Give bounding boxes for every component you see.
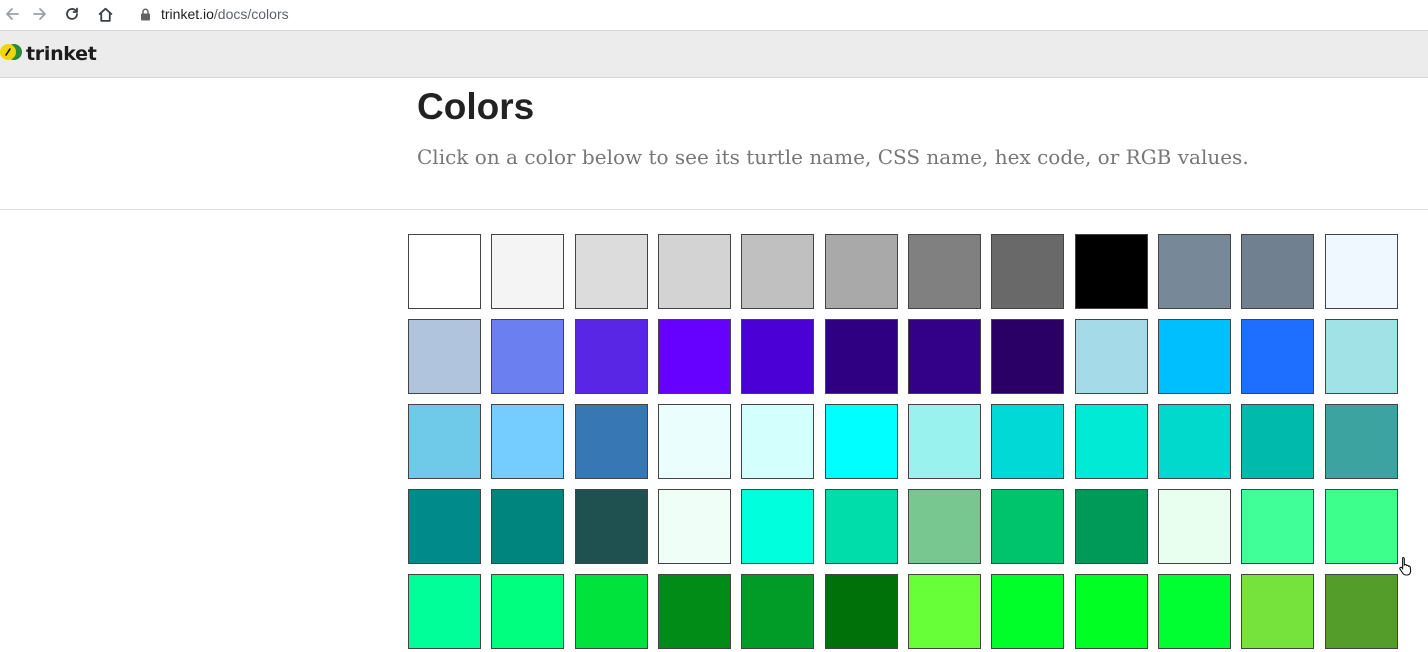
color-swatch[interactable] (1158, 489, 1232, 564)
color-swatch[interactable] (408, 404, 481, 479)
color-swatch[interactable] (1074, 404, 1148, 479)
color-swatch[interactable] (491, 319, 565, 394)
home-icon (97, 6, 114, 23)
browser-toolbar: trinket.io/docs/colors (0, 0, 1428, 31)
color-swatch[interactable] (408, 574, 481, 649)
color-swatch[interactable] (741, 319, 815, 394)
color-swatch[interactable] (741, 489, 815, 564)
color-swatch[interactable] (574, 404, 648, 479)
url-path: /docs/colors (213, 6, 289, 22)
color-swatch-grid (408, 234, 1398, 649)
lock-icon (140, 8, 151, 21)
color-swatch[interactable] (991, 574, 1065, 649)
section-divider (0, 209, 1428, 210)
color-swatch[interactable] (1158, 319, 1232, 394)
color-swatch[interactable] (1241, 574, 1315, 649)
color-swatch[interactable] (1324, 574, 1398, 649)
color-swatch[interactable] (491, 574, 565, 649)
color-swatch[interactable] (824, 404, 898, 479)
color-swatch[interactable] (658, 234, 732, 309)
color-swatch[interactable] (1324, 234, 1398, 309)
arrow-right-icon (32, 6, 48, 22)
color-swatch[interactable] (658, 489, 732, 564)
forward-button[interactable] (28, 2, 52, 26)
color-swatch[interactable] (908, 489, 982, 564)
color-swatch[interactable] (1074, 574, 1148, 649)
color-swatch[interactable] (741, 234, 815, 309)
pointer-cursor-icon (1398, 556, 1414, 576)
color-swatch[interactable] (741, 404, 815, 479)
color-swatch[interactable] (1074, 234, 1148, 309)
trinket-logo[interactable]: trinket (0, 43, 97, 65)
color-swatch[interactable] (908, 319, 982, 394)
arrow-left-icon (4, 6, 20, 22)
color-swatch[interactable] (491, 234, 565, 309)
color-swatch[interactable] (574, 489, 648, 564)
color-swatch[interactable] (574, 319, 648, 394)
color-swatch[interactable] (1241, 319, 1315, 394)
reload-button[interactable] (60, 2, 84, 26)
color-swatch[interactable] (991, 319, 1065, 394)
color-swatch[interactable] (1324, 404, 1398, 479)
color-swatch[interactable] (824, 574, 898, 649)
color-swatch[interactable] (741, 574, 815, 649)
color-swatch[interactable] (1158, 234, 1232, 309)
page-subtitle: Click on a color below to see its turtle… (417, 145, 1249, 169)
color-swatch[interactable] (1158, 404, 1232, 479)
color-swatch[interactable] (1074, 319, 1148, 394)
color-swatch[interactable] (408, 319, 481, 394)
color-swatch[interactable] (1241, 404, 1315, 479)
reload-icon (64, 6, 80, 22)
color-swatch[interactable] (908, 234, 982, 309)
color-swatch[interactable] (658, 574, 732, 649)
back-button[interactable] (0, 2, 24, 26)
url-host: trinket.io (161, 6, 214, 22)
color-swatch[interactable] (1158, 574, 1232, 649)
color-swatch[interactable] (824, 319, 898, 394)
color-swatch[interactable] (491, 489, 565, 564)
logo-text: trinket (26, 43, 97, 65)
home-button[interactable] (93, 2, 117, 26)
color-swatch[interactable] (574, 574, 648, 649)
color-swatch[interactable] (408, 234, 481, 309)
color-swatch[interactable] (1324, 489, 1398, 564)
color-swatch[interactable] (491, 404, 565, 479)
color-swatch[interactable] (1241, 234, 1315, 309)
color-swatch[interactable] (1324, 319, 1398, 394)
color-swatch[interactable] (658, 319, 732, 394)
color-swatch[interactable] (658, 404, 732, 479)
color-swatch[interactable] (408, 489, 481, 564)
color-swatch[interactable] (908, 574, 982, 649)
color-swatch[interactable] (1241, 489, 1315, 564)
page-title: Colors (417, 86, 535, 127)
address-bar[interactable]: trinket.io/docs/colors (130, 2, 289, 26)
color-swatch[interactable] (824, 234, 898, 309)
site-header: trinket (0, 31, 1428, 78)
color-swatch[interactable] (908, 404, 982, 479)
color-swatch[interactable] (824, 489, 898, 564)
color-swatch[interactable] (991, 404, 1065, 479)
logo-icon (0, 42, 24, 67)
color-swatch[interactable] (991, 234, 1065, 309)
color-swatch[interactable] (1074, 489, 1148, 564)
color-swatch[interactable] (574, 234, 648, 309)
color-swatch[interactable] (991, 489, 1065, 564)
